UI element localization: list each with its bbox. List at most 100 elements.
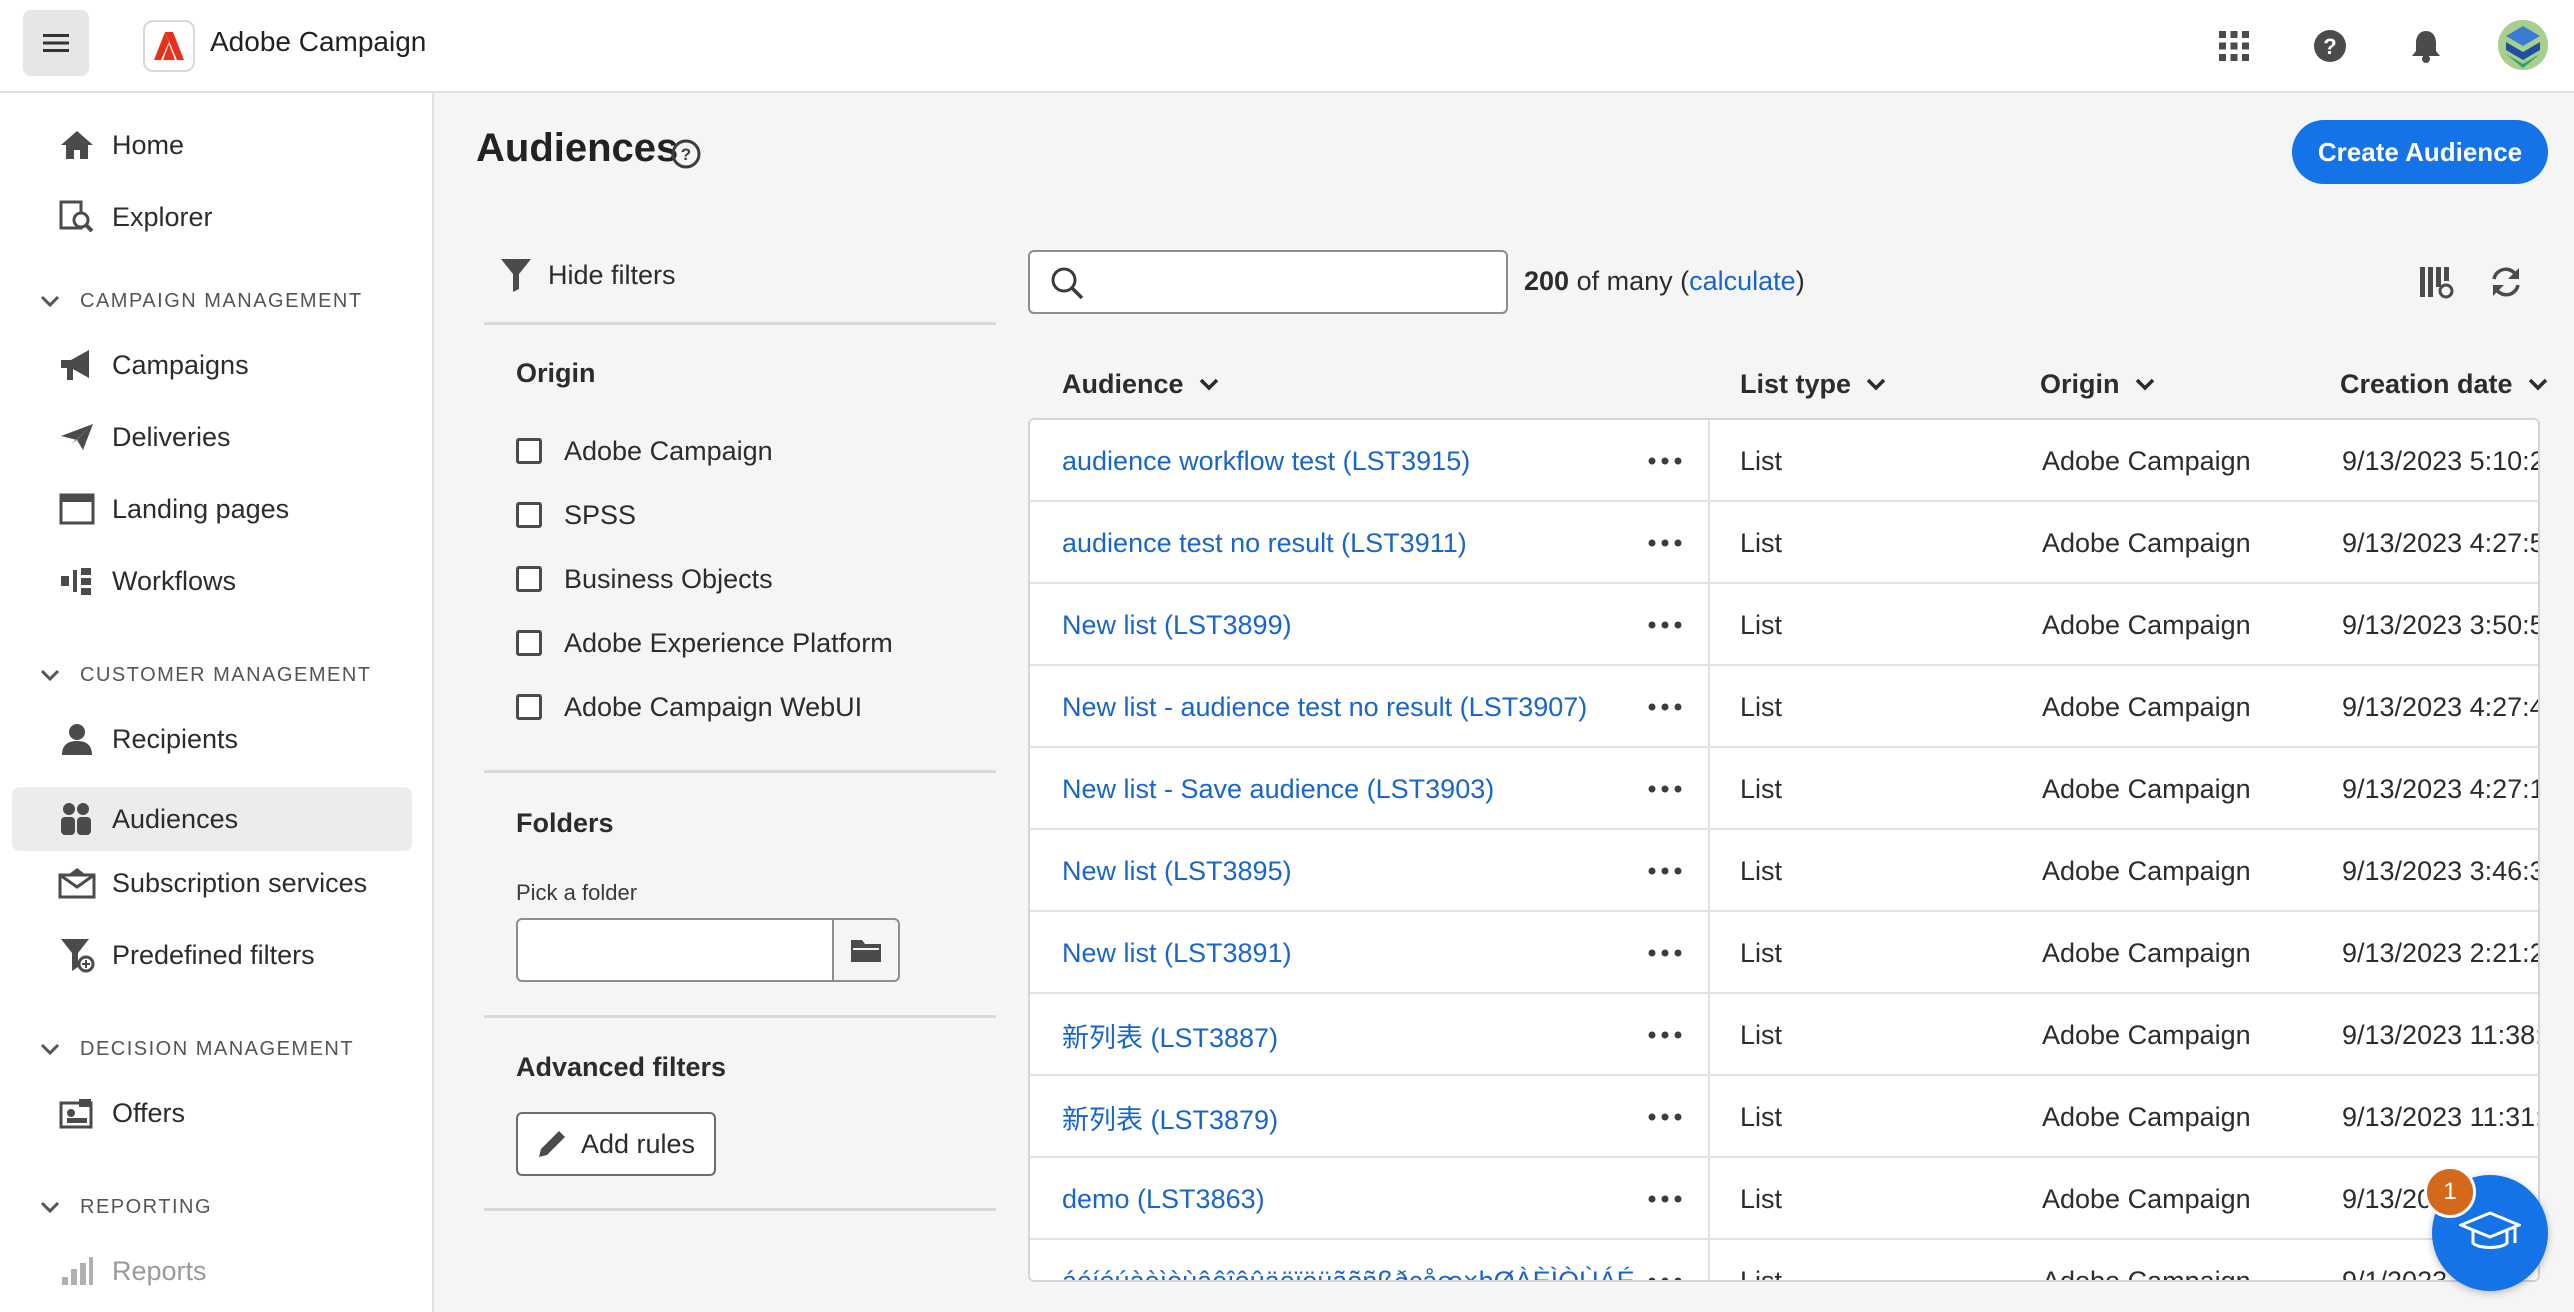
more-icon — [1648, 785, 1682, 793]
column-divider — [1708, 1158, 1710, 1240]
origin-option-spss[interactable]: SPSS — [516, 495, 636, 535]
more-actions-button[interactable] — [1640, 502, 1690, 584]
more-actions-button[interactable] — [1640, 912, 1690, 994]
sidebar-item-explorer[interactable]: Explorer — [12, 185, 412, 249]
count-suffix: of many ( — [1569, 266, 1690, 296]
table-row[interactable]: 新列表 (LST3887) List Adobe Campaign 9/13/2023… — [1030, 994, 2538, 1076]
audience-name-link[interactable]: New list (LST3891) — [1062, 912, 1292, 994]
more-icon — [1648, 621, 1682, 629]
create-audience-button[interactable]: Create Audience — [2292, 120, 2548, 184]
chevron-down-icon — [1199, 378, 1218, 391]
list-type-cell: List — [1740, 773, 1783, 804]
section-campaign-management[interactable]: CAMPAIGN MANAGEMENT — [40, 281, 363, 321]
help-circle-icon[interactable]: ? — [670, 138, 702, 170]
more-actions-button[interactable] — [1640, 1158, 1690, 1240]
chevron-down-icon — [40, 669, 60, 682]
more-actions-button[interactable] — [1640, 584, 1690, 666]
checkbox[interactable] — [516, 502, 542, 528]
adobe-logo[interactable] — [143, 20, 195, 72]
sidebar-item-workflows[interactable]: Workflows — [12, 549, 412, 613]
apps-grid-button[interactable] — [2210, 22, 2258, 70]
table-row[interactable]: 新列表 (LST3879) List Adobe Campaign 9/13/2023… — [1030, 1076, 2538, 1158]
audience-name-link[interactable]: New list (LST3895) — [1062, 830, 1292, 912]
creation-date-cell: 9/13/2023 3:50:54 — [2342, 609, 2540, 640]
sidebar-item-campaigns[interactable]: Campaigns — [12, 333, 412, 397]
checkbox[interactable] — [516, 630, 542, 656]
more-icon — [1648, 1195, 1682, 1203]
advanced-filters-heading: Advanced filters — [516, 1052, 727, 1082]
section-reporting[interactable]: REPORTING — [40, 1187, 212, 1227]
table-row[interactable]: New list (LST3899) List Adobe Campaign 9/13… — [1030, 584, 2540, 666]
audience-name-link[interactable]: 新列表 (LST3879) — [1062, 1076, 1278, 1158]
explorer-icon — [57, 197, 97, 237]
folder-picker-button[interactable] — [832, 918, 900, 982]
hide-filters-button[interactable]: Hide filters — [500, 252, 676, 298]
folder-input[interactable] — [516, 918, 834, 982]
users-icon — [57, 799, 97, 839]
sidebar-item-landing-pages[interactable]: Landing pages — [12, 477, 412, 541]
more-actions-button[interactable] — [1640, 666, 1690, 748]
section-customer-management[interactable]: CUSTOMER MANAGEMENT — [40, 655, 371, 695]
more-actions-button[interactable] — [1640, 1076, 1690, 1158]
column-header-audience[interactable]: Audience — [1062, 364, 1220, 404]
audience-name-link[interactable]: New list (LST3899) — [1062, 584, 1292, 666]
column-settings-icon — [2420, 267, 2454, 299]
section-decision-management[interactable]: DECISION MANAGEMENT — [40, 1029, 354, 1069]
filter-icon — [501, 259, 531, 292]
sidebar-item-offers[interactable]: Offers — [12, 1081, 412, 1145]
sidebar-item-predefined-filters[interactable]: Predefined filters — [12, 923, 412, 987]
sidebar-item-recipients[interactable]: Recipients — [12, 707, 412, 771]
creation-date-cell: 9/13/2023 11:38:28 — [2342, 1019, 2538, 1050]
add-rules-button[interactable]: Add rules — [516, 1112, 716, 1176]
more-actions-button[interactable] — [1640, 830, 1690, 912]
table-row[interactable]: demo (LST3863) List Adobe Campaign 9/13/20 — [1030, 1158, 2538, 1240]
list-type-cell: List — [1740, 937, 1783, 968]
audience-name-link[interactable]: audience workflow test (LST3915) — [1062, 420, 1470, 502]
more-actions-button[interactable] — [1640, 420, 1690, 502]
origin-option-adobe-campaign-webui[interactable]: Adobe Campaign WebUI — [516, 687, 862, 727]
column-settings-button[interactable] — [2412, 258, 2460, 306]
audience-name-link[interactable]: audience test no result (LST3911) — [1062, 502, 1467, 584]
menu-toggle-button[interactable] — [23, 10, 89, 76]
column-header-origin[interactable]: Origin — [2040, 364, 2156, 404]
sidebar-item-reports[interactable]: Reports — [12, 1239, 412, 1303]
origin-option-business-objects[interactable]: Business Objects — [516, 559, 773, 599]
checkbox[interactable] — [516, 438, 542, 464]
refresh-button[interactable] — [2482, 258, 2530, 306]
help-button[interactable]: ? — [2306, 22, 2354, 70]
audience-name-link[interactable]: New list - Save audience (LST3903) — [1062, 748, 1494, 830]
list-type-cell: List — [1740, 855, 1783, 886]
checkbox[interactable] — [516, 694, 542, 720]
table-row[interactable]: audience test no result (LST3911) List Ado… — [1030, 502, 2538, 584]
more-actions-button[interactable] — [1640, 994, 1690, 1076]
audience-name-link[interactable]: áéíóúàèìòùâêîôûäëïöüãõñßðçåœ×þØÀÈÌÒÙÁÉ — [1062, 1240, 1635, 1281]
audience-name-link[interactable]: demo (LST3863) — [1062, 1158, 1265, 1240]
search-field[interactable] — [1028, 250, 1508, 314]
avatar[interactable] — [2498, 20, 2548, 70]
more-icon — [1648, 1031, 1682, 1039]
origin-cell: Adobe Campaign — [2042, 1019, 2251, 1050]
notifications-button[interactable] — [2402, 22, 2450, 70]
audience-name-link[interactable]: New list - audience test no result (LST3… — [1062, 666, 1587, 748]
table-row[interactable]: New list - Save audience (LST3903) List Ad… — [1030, 748, 2538, 830]
column-header-creation-date[interactable]: Creation date — [2340, 364, 2549, 404]
more-actions-button[interactable] — [1640, 1240, 1690, 1280]
sidebar-item-subscription-services[interactable]: Subscription services — [12, 851, 412, 915]
sidebar-item-audiences[interactable]: Audiences — [12, 787, 412, 851]
origin-option-adobe-experience-platform[interactable]: Adobe Experience Platform — [516, 623, 893, 663]
origin-option-adobe-campaign[interactable]: Adobe Campaign — [516, 431, 773, 471]
sidebar-item-deliveries[interactable]: Deliveries — [12, 405, 412, 469]
creation-date-cell: 9/13/2023 3:46:37 — [2342, 855, 2540, 886]
table-row[interactable]: New list (LST3891) List Adobe Campaign 9/13… — [1030, 912, 2538, 994]
table-row[interactable]: áéíóúàèìòùâêîôûäëïöüãõñßðçåœ×þØÀÈÌÒÙÁÉ Li… — [1030, 1240, 2538, 1281]
search-input[interactable] — [1096, 262, 1496, 302]
table-row[interactable]: audience workflow test (LST3915) List Adob… — [1030, 420, 2538, 502]
column-header-list-type[interactable]: List type — [1740, 364, 1887, 404]
audience-name-link[interactable]: 新列表 (LST3887) — [1062, 994, 1278, 1076]
table-row[interactable]: New list - audience test no result (LST3… — [1030, 666, 2538, 748]
checkbox[interactable] — [516, 566, 542, 592]
table-row[interactable]: New list (LST3895) List Adobe Campaign 9/13… — [1030, 830, 2540, 912]
sidebar-item-home[interactable]: Home — [12, 113, 412, 177]
calculate-link[interactable]: calculate — [1689, 266, 1796, 296]
more-actions-button[interactable] — [1640, 748, 1690, 830]
